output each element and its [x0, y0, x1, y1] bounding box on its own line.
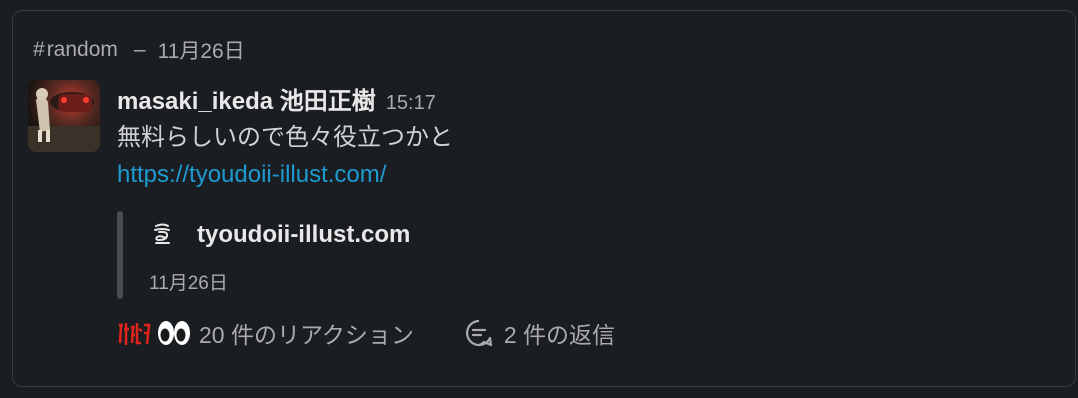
- site-favicon-icon: [150, 221, 176, 247]
- channel-hash: #: [33, 38, 45, 61]
- header-date: 11月26日: [157, 40, 245, 63]
- thread-replies-link[interactable]: 2 件の返信: [464, 316, 615, 350]
- message-header: masaki_ikeda 池田正樹 15:17: [117, 81, 436, 116]
- header-separator: –: [133, 38, 146, 61]
- message-card: # random – 11月26日 masaki_ikeda 池田正樹 15:1…: [12, 10, 1076, 387]
- custom-emoji-icon[interactable]: [117, 317, 151, 349]
- message-link[interactable]: https://tyoudoii-illust.com/: [117, 161, 386, 189]
- reaction-count[interactable]: 20 件のリアクション: [199, 316, 414, 350]
- unfurl-site-name[interactable]: tyoudoii-illust.com: [197, 221, 410, 249]
- unfurl-accent-bar: [117, 211, 123, 299]
- reaction-summary-row: 20 件のリアクション 2 件の返信: [117, 316, 615, 350]
- avatar[interactable]: [28, 80, 100, 152]
- message-text: 無料らしいので色々役立つかと: [117, 124, 453, 151]
- eyes-emoji-icon[interactable]: [157, 317, 191, 349]
- author-name[interactable]: masaki_ikeda 池田正樹: [117, 81, 376, 116]
- message-time[interactable]: 15:17: [386, 92, 436, 115]
- thread-reply-icon: [464, 318, 494, 348]
- reply-count: 2 件の返信: [503, 322, 616, 348]
- unfurl-date: 11月26日: [149, 273, 228, 294]
- channel-name[interactable]: random: [47, 38, 118, 62]
- channel-header: # random – 11月26日: [33, 35, 245, 65]
- avatar-image: [28, 80, 100, 152]
